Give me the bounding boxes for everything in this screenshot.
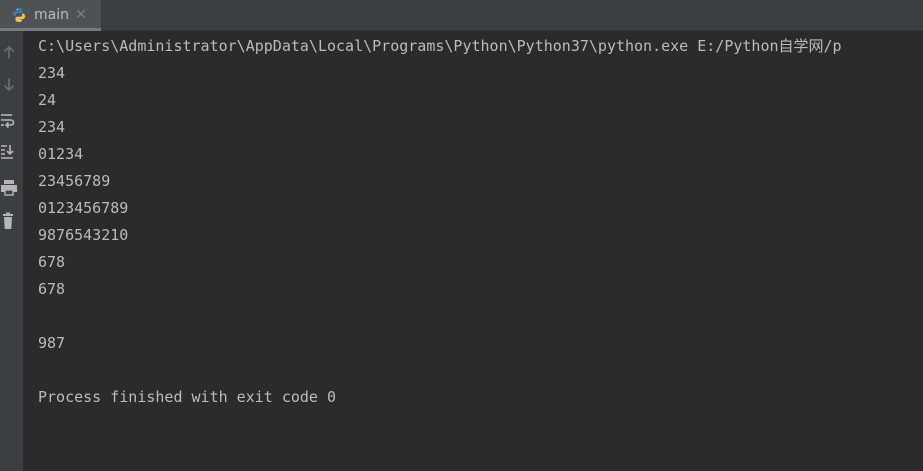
console-line: 678 [38, 253, 66, 271]
trash-icon[interactable] [0, 212, 18, 230]
close-icon[interactable]: ✕ [73, 7, 89, 23]
console-line: 24 [38, 91, 57, 109]
console-line: 9876543210 [38, 226, 129, 244]
run-toolbar [0, 31, 23, 471]
python-icon [11, 7, 27, 23]
console-line: 0123456789 [38, 199, 129, 217]
console-line: 234 [38, 64, 66, 82]
run-tab-bar: main ✕ [0, 0, 923, 31]
console-line: 234 [38, 118, 66, 136]
soft-wrap-icon[interactable] [0, 111, 18, 129]
tab-main-label: main [34, 7, 69, 23]
console-output[interactable]: C:\Users\Administrator\AppData\Local\Pro… [38, 35, 923, 471]
print-icon[interactable] [0, 179, 18, 197]
down-arrow-icon[interactable] [0, 76, 18, 94]
console-line: 987 [38, 334, 66, 352]
tab-main[interactable]: main ✕ [0, 0, 101, 31]
scroll-to-end-icon[interactable] [0, 143, 18, 161]
console-line: 01234 [38, 145, 84, 163]
console-line: Process finished with exit code 0 [38, 388, 337, 406]
console-line: 678 [38, 280, 66, 298]
run-window: main ✕ C:\Users\Administrator\AppData\Lo… [0, 0, 923, 471]
up-arrow-icon[interactable] [0, 43, 18, 61]
console-line: 23456789 [38, 172, 111, 190]
console-line: C:\Users\Administrator\AppData\Local\Pro… [38, 37, 842, 55]
